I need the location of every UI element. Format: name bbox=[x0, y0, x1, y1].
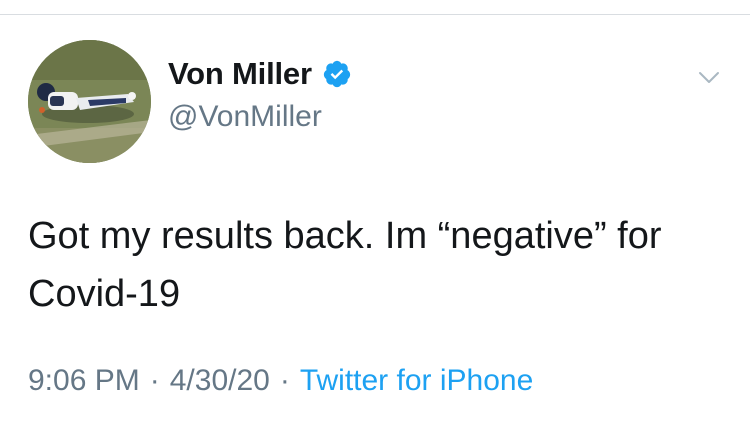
verified-badge-icon bbox=[322, 59, 352, 89]
avatar[interactable] bbox=[28, 40, 151, 163]
tweet-meta: 9:06 PM · 4/30/20 · Twitter for iPhone bbox=[28, 364, 533, 398]
avatar-image bbox=[28, 40, 151, 163]
tweet-date[interactable]: 4/30/20 bbox=[170, 364, 270, 398]
meta-separator: · bbox=[149, 364, 160, 397]
tweet-time[interactable]: 9:06 PM bbox=[28, 364, 140, 398]
author-handle[interactable]: @VonMiller bbox=[168, 100, 322, 134]
meta-separator-2: · bbox=[279, 364, 290, 397]
tweet-source-link[interactable]: Twitter for iPhone bbox=[300, 364, 533, 398]
top-divider bbox=[0, 14, 750, 15]
author-name-row: Von Miller bbox=[168, 54, 352, 94]
chevron-down-icon[interactable] bbox=[694, 62, 724, 92]
display-name[interactable]: Von Miller bbox=[168, 56, 312, 92]
tweet-text: Got my results back. Im “negative” for C… bbox=[28, 215, 673, 315]
